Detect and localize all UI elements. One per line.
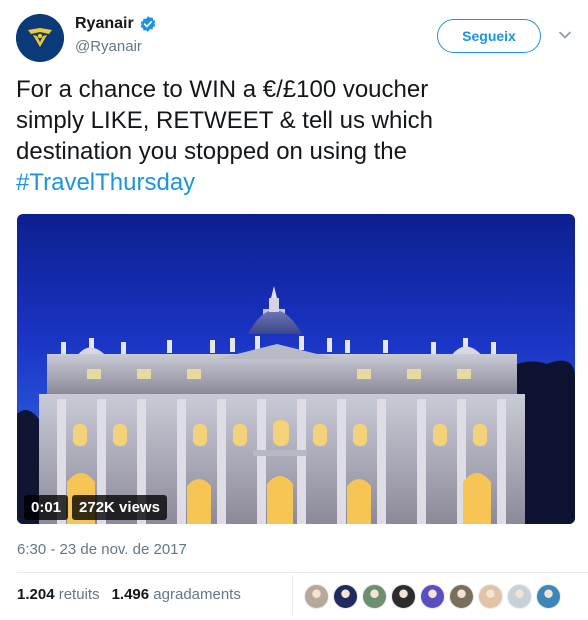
verified-badge-icon [140,16,155,32]
retweets-count[interactable]: 1.204 [17,586,55,603]
likes-stat[interactable]: 1.496 agradaments [112,586,241,603]
tweet-text-line: simply LIKE, RETWEET & tell us which [16,107,433,134]
liker-avatar[interactable] [304,584,329,609]
author-name[interactable]: Ryanair [75,14,134,34]
liker-avatar[interactable] [449,584,474,609]
video-views: 272K views [72,495,167,520]
retweets-label[interactable]: retuits [59,586,100,603]
liker-avatar[interactable] [391,584,416,609]
follow-button[interactable]: Segueix [437,19,541,53]
liker-avatar[interactable] [362,584,387,609]
liker-avatar[interactable] [507,584,532,609]
tweet-timestamp[interactable]: 6:30 - 23 de nov. de 2017 [17,541,187,558]
tweet-text-line: destination you stopped on using the [16,138,407,165]
likes-count[interactable]: 1.496 [112,586,150,603]
author-block[interactable]: Ryanair @Ryanair [75,14,157,57]
video-player[interactable] [17,214,575,524]
video-thumbnail [17,286,575,524]
liker-avatar[interactable] [420,584,445,609]
retweets-stat[interactable]: 1.204 retuits [17,586,100,603]
tweet-text-line: For a chance to WIN a €/£100 voucher [16,76,429,103]
ryanair-logo-icon [16,14,64,62]
avatar[interactable] [16,14,64,62]
stats-separator [292,575,293,615]
tweet-stats: 1.204 retuits 1.496 agradaments [17,586,241,603]
hashtag-link[interactable]: #TravelThursday [16,167,576,198]
video-info: 0:01 272K views [24,495,167,520]
liker-avatar[interactable] [333,584,358,609]
divider [17,572,588,573]
liker-avatar[interactable] [478,584,503,609]
video-time: 0:01 [24,495,69,520]
tweet-text: For a chance to WIN a €/£100 voucher sim… [16,74,576,198]
chevron-down-icon[interactable] [557,27,573,43]
likes-label[interactable]: agradaments [153,586,241,603]
liker-avatar[interactable] [536,584,561,609]
likers-avatars [304,584,561,609]
author-handle[interactable]: @Ryanair [75,37,157,57]
author-name-row[interactable]: Ryanair [75,14,157,34]
